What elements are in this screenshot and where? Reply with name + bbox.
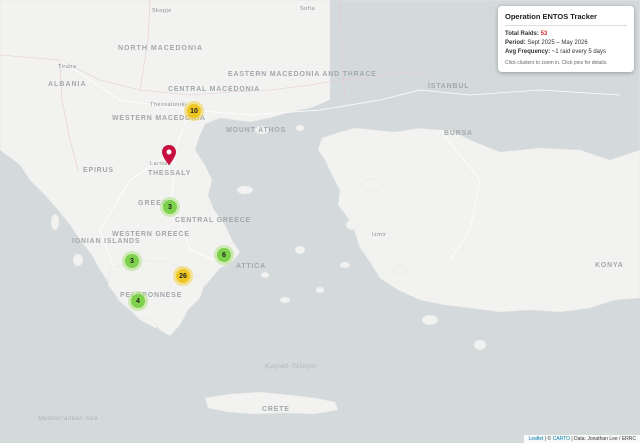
label-cretan-sea: Κρητικό Πέλαγος: [265, 363, 317, 370]
info-panel: Operation ENTOS Tracker Total Raids: 53 …: [498, 6, 634, 72]
cluster-count: 6: [217, 248, 231, 262]
cluster-marker[interactable]: 26: [173, 266, 193, 286]
attribution-data: | Data: Jonathan Lee / ERRC: [569, 436, 636, 442]
label-skopje: Skopje: [152, 8, 172, 14]
total-raids-value: 53: [540, 31, 548, 37]
period-label: Period:: [505, 40, 526, 46]
frequency-label: Avg Frequency:: [505, 49, 551, 55]
label-bursa: BURSA: [444, 130, 473, 137]
cluster-marker[interactable]: 3: [122, 251, 142, 271]
label-mount-athos: MOUNT ATHOS: [226, 127, 286, 134]
period-value: Sept 2025 – May 2026: [527, 40, 588, 46]
cluster-count: 10: [187, 104, 201, 118]
cluster-marker[interactable]: 3: [160, 197, 180, 217]
label-central-greece: CENTRAL GREECE: [175, 217, 251, 224]
cluster-count: 3: [163, 200, 177, 214]
label-crete: CRETE: [262, 406, 290, 413]
cluster-marker[interactable]: 6: [214, 245, 234, 265]
attribution-sep: | ©: [543, 436, 553, 442]
label-albania: ALBANIA: [48, 81, 87, 88]
label-izmir: İzmir: [372, 231, 386, 238]
label-istanbul: İSTANBUL: [428, 82, 469, 90]
label-north-macedonia: NORTH MACEDONIA: [118, 45, 203, 52]
cluster-marker[interactable]: 10: [184, 101, 204, 121]
attribution: Leaflet | © CARTO | Data: Jonathan Lee /…: [524, 435, 640, 443]
total-raids-row: Total Raids: 53: [505, 31, 627, 37]
cluster-count: 3: [125, 254, 139, 268]
label-ionian: IONIAN ISLANDS: [72, 238, 140, 245]
cluster-count: 4: [131, 294, 145, 308]
frequency-value: ~1 raid every 5 days: [551, 49, 606, 55]
label-sofia: Sofia: [300, 6, 315, 12]
info-hint: Click clusters to zoom in. Click pins fo…: [505, 60, 608, 66]
map-pin-icon[interactable]: [162, 145, 176, 165]
cluster-marker[interactable]: 4: [128, 291, 148, 311]
label-med-sea: Mediterranean Sea: [38, 416, 98, 422]
carto-link[interactable]: CARTO: [553, 436, 570, 442]
leaflet-link[interactable]: Leaflet: [528, 436, 543, 442]
label-epirus: EPIRUS: [83, 167, 114, 174]
total-raids-label: Total Raids:: [505, 31, 539, 37]
label-east-macedonia: EASTERN MACEDONIA AND THRACE: [228, 71, 377, 78]
label-western-greece: WESTERN GREECE: [112, 231, 190, 238]
label-tirana: Tirana: [58, 64, 77, 70]
label-central-macedonia: CENTRAL MACEDONIA: [168, 86, 260, 93]
period-row: Period: Sept 2025 – May 2026: [505, 40, 627, 46]
cluster-count: 26: [176, 269, 190, 283]
info-title: Operation ENTOS Tracker: [505, 12, 627, 26]
label-thessaly: THESSALY: [148, 170, 191, 177]
label-thessaloniki: Thessaloniki: [150, 102, 187, 108]
frequency-row: Avg Frequency: ~1 raid every 5 days: [505, 49, 627, 55]
label-attica: ATTICA: [236, 263, 266, 270]
label-konya: KONYA: [595, 262, 624, 269]
